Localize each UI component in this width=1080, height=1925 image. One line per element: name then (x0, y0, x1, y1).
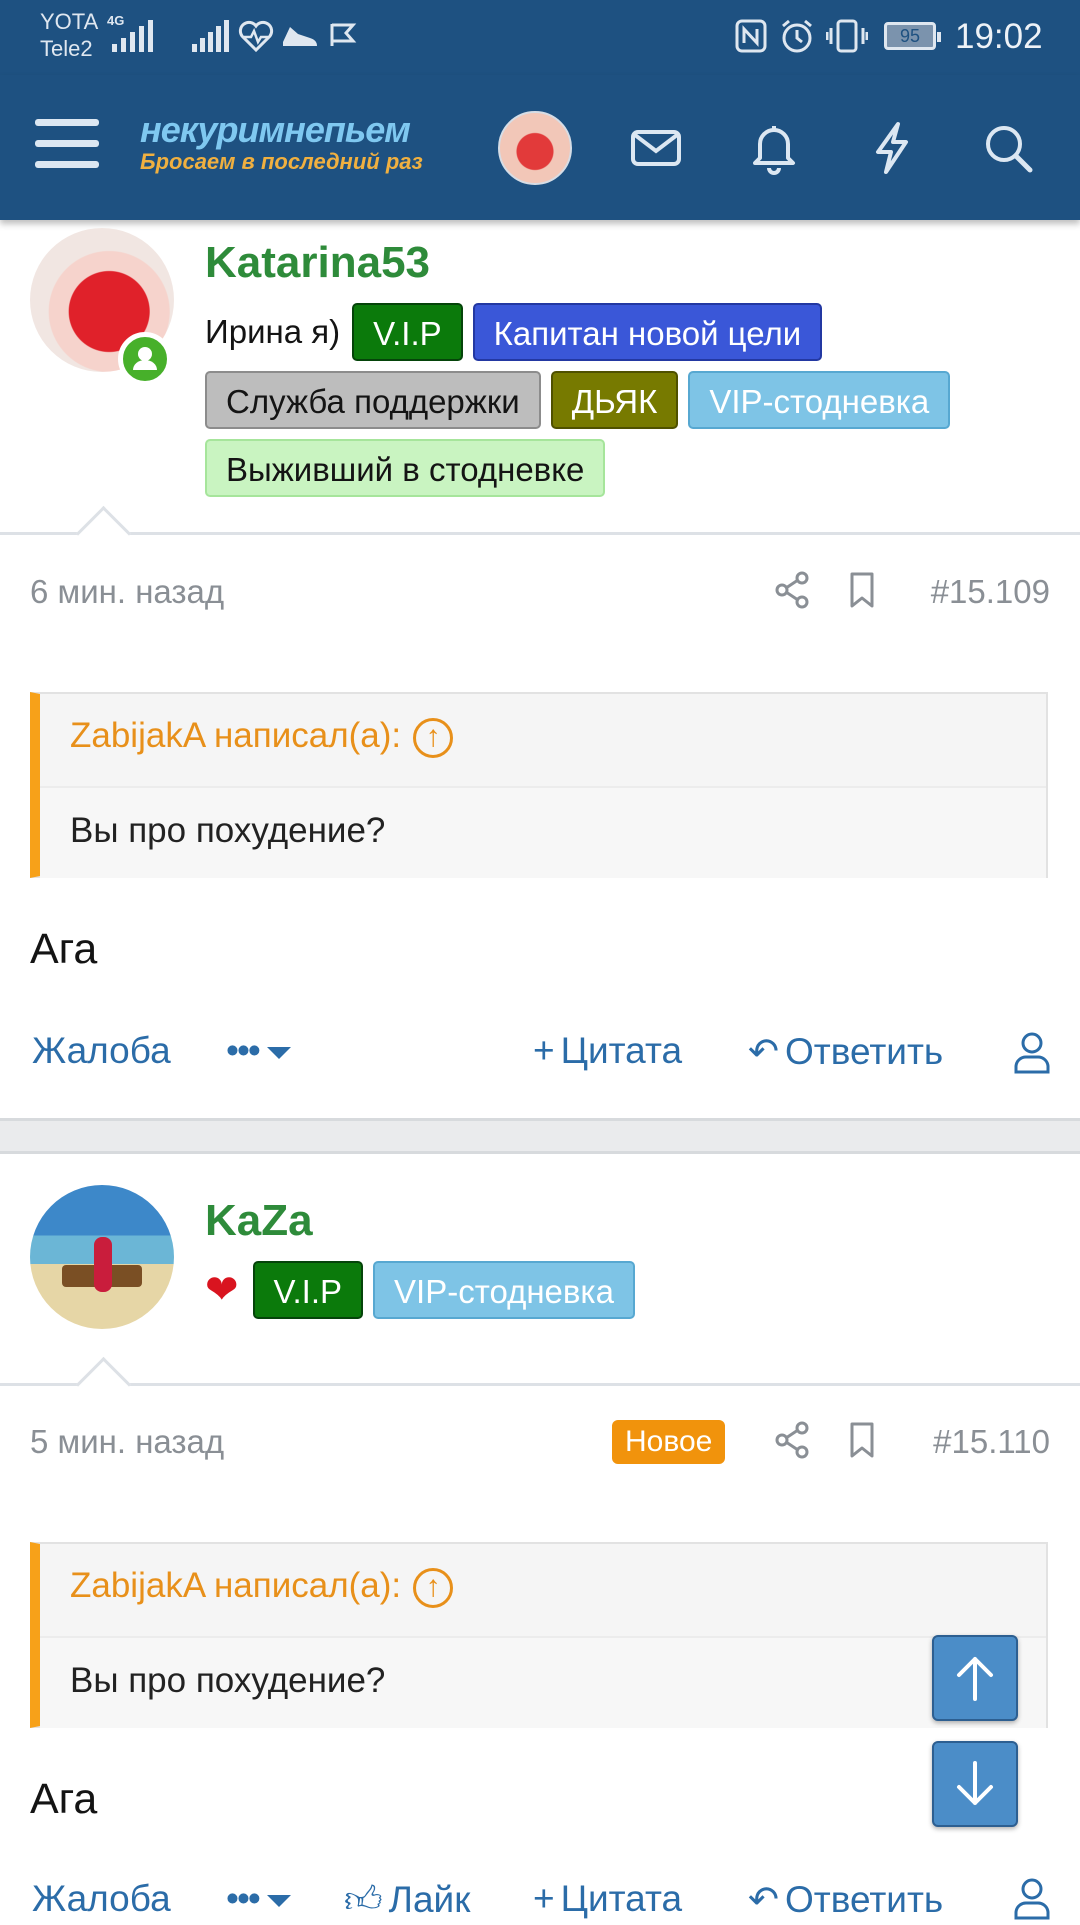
badge-vip: V.I.P (352, 303, 463, 361)
alarm-icon (782, 19, 812, 53)
search-icon[interactable] (980, 120, 1036, 176)
share-icon[interactable] (772, 1420, 812, 1460)
user-icon[interactable] (1012, 1030, 1052, 1074)
user-badges: ❤ V.I.P VIP-стодневка (205, 1261, 1055, 1329)
menu-icon[interactable] (35, 119, 99, 175)
badge-vip-100: VIP-стодневка (688, 371, 951, 429)
arrow-up-circle-icon[interactable]: ↑ (413, 1567, 454, 1608)
plus-icon: + (533, 1030, 555, 1071)
nfc-icon (735, 19, 767, 53)
carrier-labels: YOTA Tele2 (40, 8, 98, 62)
chevron-down-icon (266, 1895, 291, 1908)
scroll-top-button[interactable] (932, 1635, 1018, 1721)
reply-icon: ↶ (748, 1031, 780, 1072)
badge-survivor: Выживший в стодневке (205, 439, 606, 497)
badge-support: Служба поддержки (205, 371, 541, 429)
reply-button[interactable]: ↶ Ответить (748, 1030, 943, 1073)
badge-vip: V.I.P (252, 1261, 364, 1319)
arrow-up-circle-icon[interactable]: ↑ (413, 717, 454, 758)
thumbs-up-icon: 👍︎ (344, 1879, 383, 1920)
online-status-icon (118, 332, 172, 386)
vibrate-icon (826, 19, 868, 53)
status-bar: YOTA Tele2 4G 95 19:02 (0, 0, 1080, 75)
bell-icon[interactable] (746, 120, 802, 176)
post-time[interactable]: 6 мин. назад (30, 573, 224, 611)
bookmark-icon[interactable] (842, 570, 882, 610)
new-badge: Новое (612, 1420, 726, 1464)
post-notch (75, 505, 132, 562)
lightning-icon[interactable] (864, 120, 920, 176)
bookmark-icon[interactable] (842, 1420, 882, 1460)
logo-title: некуримнепьем (140, 109, 411, 150)
badge-captain: Капитан новой цели (472, 303, 823, 361)
more-menu[interactable]: ••• (226, 1030, 291, 1072)
clock: 19:02 (955, 17, 1043, 56)
top-navbar: некуримнепьем Бросаем в последний раз (0, 75, 1080, 220)
quote-text: Вы про похудение? (70, 1661, 386, 1700)
quote-block: ZabijakA написал(а): ↑ Вы про похудение? (30, 692, 1048, 878)
badge-dyak: ДЬЯК (550, 371, 679, 429)
badge-vip-100: VIP-стодневка (373, 1261, 635, 1319)
quote-author[interactable]: ZabijakA написал(а): ↑ (70, 1566, 454, 1608)
post-separator (0, 1383, 1080, 1386)
user-badges: Ирина я) V.I.P Капитан новой цели Служба… (205, 303, 1055, 507)
logo-tagline: Бросаем в последний раз (140, 149, 423, 174)
arrow-up-icon (957, 1657, 993, 1701)
post-notch (75, 1356, 132, 1413)
carrier-1: YOTA (40, 9, 99, 34)
check-flag-icon (330, 23, 357, 46)
quote-text: Вы про похудение? (70, 811, 386, 850)
scroll-bottom-button[interactable] (932, 1741, 1018, 1827)
post-number[interactable]: #15.110 (933, 1423, 1050, 1461)
message-text: Ага (30, 1775, 98, 1823)
signal-icon-2 (192, 20, 229, 52)
heart-icon: ❤ (205, 1268, 239, 1312)
message-text: Ага (30, 925, 98, 973)
carrier-2: Tele2 (40, 36, 93, 61)
reply-button[interactable]: ↶ Ответить (748, 1878, 943, 1921)
mail-icon[interactable] (628, 120, 684, 176)
quote-author[interactable]: ZabijakA написал(а): ↑ (70, 716, 454, 758)
heart-rate-icon (238, 20, 274, 52)
post-divider (0, 1118, 1080, 1154)
report-link[interactable]: Жалоба (32, 1030, 171, 1072)
battery-icon: 95 (884, 22, 941, 50)
post-time[interactable]: 5 мин. назад (30, 1423, 224, 1461)
signal-icon (112, 20, 153, 52)
site-logo[interactable]: некуримнепьем Бросаем в последний раз (140, 109, 423, 175)
user-icon[interactable] (1012, 1876, 1052, 1920)
post-number[interactable]: #15.109 (931, 573, 1050, 611)
share-icon[interactable] (772, 570, 812, 610)
quote-block: ZabijakA написал(а): ↑ Вы про похудение? (30, 1542, 1048, 1728)
post-separator (0, 532, 1080, 535)
username[interactable]: Katarina53 (205, 238, 430, 288)
plus-icon: + (533, 1878, 555, 1919)
reply-icon: ↶ (748, 1879, 780, 1920)
shoe-icon (283, 27, 317, 46)
user-title: Ирина я) (205, 313, 341, 350)
username[interactable]: KaZa (205, 1196, 313, 1246)
post-avatar[interactable] (30, 1185, 174, 1329)
chevron-down-icon (266, 1047, 291, 1060)
user-avatar[interactable] (498, 111, 572, 185)
quote-button[interactable]: + Цитата (533, 1878, 682, 1920)
quote-button[interactable]: + Цитата (533, 1030, 682, 1072)
report-link[interactable]: Жалоба (32, 1878, 171, 1920)
more-menu[interactable]: ••• (226, 1878, 291, 1920)
like-button[interactable]: 👍︎ Лайк (344, 1878, 470, 1922)
arrow-down-icon (957, 1761, 993, 1805)
